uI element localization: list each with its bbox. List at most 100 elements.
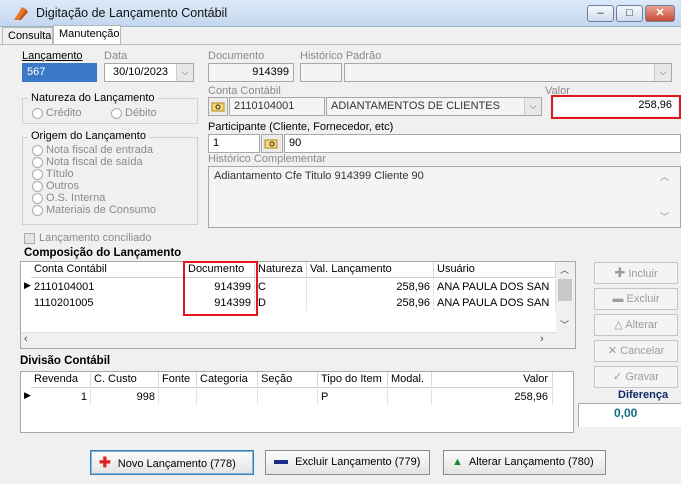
blue-minus-icon bbox=[274, 460, 288, 465]
novo-lancamento-button[interactable]: ✚ Novo Lançamento (778) bbox=[90, 450, 254, 475]
minimize-button[interactable]: – bbox=[587, 5, 614, 22]
divisao-row1-categoria[interactable] bbox=[197, 389, 258, 405]
cancelar-button[interactable]: ✕ Cancelar bbox=[594, 340, 678, 362]
composicao-col-valor[interactable]: Val. Lançamento bbox=[307, 262, 434, 278]
participante-tipo-input[interactable]: 1 bbox=[208, 134, 260, 153]
composicao-row2-valor[interactable]: 258,96 bbox=[307, 295, 434, 311]
composicao-row2-natureza[interactable]: D bbox=[255, 295, 307, 311]
participante-search-button[interactable] bbox=[261, 134, 283, 153]
historico-padrao-code[interactable] bbox=[300, 63, 342, 82]
excluir-label: Excluir bbox=[626, 293, 660, 305]
divisao-row1-valor[interactable]: 258,96 bbox=[432, 389, 553, 405]
credito-label: Crédito bbox=[46, 107, 82, 119]
gravar-button[interactable]: ✓ Gravar bbox=[594, 366, 678, 388]
incluir-button[interactable]: ✚ Incluir bbox=[594, 262, 678, 284]
participante-label: Participante (Cliente, Fornecedor, etc) bbox=[208, 121, 394, 133]
historico-padrao-select[interactable] bbox=[344, 63, 672, 82]
origem-radio-materiais[interactable] bbox=[32, 205, 43, 216]
composicao-row1-usuario[interactable]: ANA PAULA DOS SAN bbox=[434, 279, 556, 295]
tab-manutencao[interactable]: Manutenção bbox=[53, 25, 121, 45]
alterar-label: Alterar bbox=[625, 319, 658, 331]
composicao-col-usuario[interactable]: Usuário bbox=[434, 262, 556, 278]
divisao-row1-revenda[interactable]: 1 bbox=[31, 389, 91, 405]
excluir-button[interactable]: ▬ Excluir bbox=[594, 288, 678, 310]
divisao-col-ccusto[interactable]: C. Custo bbox=[91, 372, 159, 388]
divisao-col-valor[interactable]: Valor bbox=[432, 372, 553, 388]
debito-radio[interactable] bbox=[111, 108, 122, 119]
origem-radio-nf-saida[interactable] bbox=[32, 157, 43, 168]
divisao-row1-ccusto[interactable]: 998 bbox=[91, 389, 159, 405]
origem-label: Origem do Lançamento bbox=[28, 130, 149, 142]
conta-name-input[interactable]: ADIANTAMENTOS DE CLIENTES bbox=[326, 97, 542, 116]
lancamento-input[interactable]: 567 bbox=[22, 63, 97, 82]
textarea-scroll-up-icon[interactable]: ︿ bbox=[660, 170, 669, 183]
window-title: Digitação de Lançamento Contábil bbox=[36, 6, 228, 20]
scroll-thumb[interactable] bbox=[558, 279, 572, 301]
red-plus-icon: ✚ bbox=[99, 454, 111, 470]
historico-dropdown-icon[interactable]: ⌵ bbox=[654, 64, 671, 81]
folder-search-icon bbox=[211, 102, 225, 112]
conta-contabil-label: Conta Contábil bbox=[208, 85, 281, 97]
alterar-lancamento-label: Alterar Lançamento (780) bbox=[468, 456, 594, 468]
cancel-x-icon: ✕ bbox=[607, 345, 618, 357]
textarea-scroll-down-icon[interactable]: ﹀ bbox=[660, 210, 669, 223]
scroll-up-icon[interactable]: ︿ bbox=[560, 263, 569, 276]
conciliado-label: Lançamento conciliado bbox=[39, 232, 152, 244]
documento-label: Documento bbox=[208, 50, 265, 62]
divisao-col-categoria[interactable]: Categoria bbox=[197, 372, 258, 388]
divisao-col-fonte[interactable]: Fonte bbox=[159, 372, 197, 388]
divisao-col-modal[interactable]: Modal. bbox=[388, 372, 432, 388]
minus-icon: ▬ bbox=[612, 293, 624, 305]
alterar-button[interactable]: △ Alterar bbox=[594, 314, 678, 336]
historico-complementar-label: Histórico Complementar bbox=[208, 153, 326, 165]
composicao-row2-usuario[interactable]: ANA PAULA DOS SAN bbox=[434, 295, 556, 311]
composicao-row2-conta[interactable]: 1110201005 bbox=[31, 295, 185, 311]
debito-label: Débito bbox=[125, 107, 157, 119]
plus-icon: ✚ bbox=[614, 265, 626, 280]
row-indicator-icon: ▶ bbox=[24, 280, 31, 290]
composicao-row1-conta[interactable]: 2110104001 bbox=[31, 279, 185, 295]
divisao-row1-tipo[interactable]: P bbox=[318, 389, 388, 405]
close-button[interactable]: ✕ bbox=[645, 5, 675, 22]
documento-column-highlight bbox=[183, 261, 258, 316]
credito-radio[interactable] bbox=[32, 108, 43, 119]
participante-codigo-input[interactable]: 90 bbox=[284, 134, 681, 153]
composicao-col-conta[interactable]: Conta Contábil bbox=[31, 262, 185, 278]
origem-radio-os-interna[interactable] bbox=[32, 193, 43, 204]
valor-input[interactable]: 258,96 bbox=[554, 97, 678, 116]
checkmark-icon: ✓ bbox=[613, 371, 623, 383]
excluir-lancamento-button[interactable]: Excluir Lançamento (779) bbox=[265, 450, 430, 475]
divisao-col-tipo[interactable]: Tipo do Item bbox=[318, 372, 388, 388]
historico-complementar-textarea[interactable]: Adiantamento Cfe Titulo 914399 Cliente 9… bbox=[208, 166, 681, 228]
alterar-lancamento-button[interactable]: ▲ Alterar Lançamento (780) bbox=[443, 450, 606, 475]
conta-code-input[interactable]: 2110104001 bbox=[229, 97, 325, 116]
origem-radio-titulo[interactable] bbox=[32, 169, 43, 180]
conta-search-button[interactable] bbox=[208, 97, 228, 116]
divisao-title: Divisão Contábil bbox=[20, 355, 111, 367]
maximize-button[interactable]: □ bbox=[616, 5, 643, 22]
tab-consulta[interactable]: Consulta bbox=[2, 27, 53, 44]
origem-option-os-interna: O.S. Interna bbox=[46, 192, 106, 204]
divisao-row1-modal[interactable] bbox=[388, 389, 432, 405]
scroll-down-icon[interactable]: ﹀ bbox=[560, 318, 569, 331]
date-dropdown-icon[interactable]: ⌵ bbox=[176, 64, 193, 81]
divisao-col-revenda[interactable]: Revenda bbox=[31, 372, 91, 388]
novo-lancamento-label: Novo Lançamento (778) bbox=[117, 458, 236, 470]
composicao-col-natureza[interactable]: Natureza bbox=[255, 262, 307, 278]
composicao-row1-valor[interactable]: 258,96 bbox=[307, 279, 434, 295]
composicao-hscroll[interactable] bbox=[21, 332, 556, 348]
origem-radio-outros[interactable] bbox=[32, 181, 43, 192]
scroll-left-icon[interactable]: ‹ bbox=[24, 333, 28, 345]
divisao-row1-fonte[interactable] bbox=[159, 389, 197, 405]
conciliado-checkbox[interactable] bbox=[24, 233, 35, 244]
conta-dropdown-icon[interactable]: ⌵ bbox=[524, 98, 541, 115]
row-indicator-icon: ▶ bbox=[24, 390, 31, 400]
green-triangle-icon: ▲ bbox=[452, 456, 463, 468]
scroll-right-icon[interactable]: › bbox=[540, 333, 544, 345]
origem-radio-nf-entrada[interactable] bbox=[32, 145, 43, 156]
composicao-row1-natureza[interactable]: C bbox=[255, 279, 307, 295]
composicao-title: Composição do Lançamento bbox=[24, 247, 182, 259]
documento-input[interactable]: 914399 bbox=[208, 63, 294, 82]
divisao-row1-secao[interactable] bbox=[258, 389, 318, 405]
divisao-col-secao[interactable]: Seção bbox=[258, 372, 318, 388]
